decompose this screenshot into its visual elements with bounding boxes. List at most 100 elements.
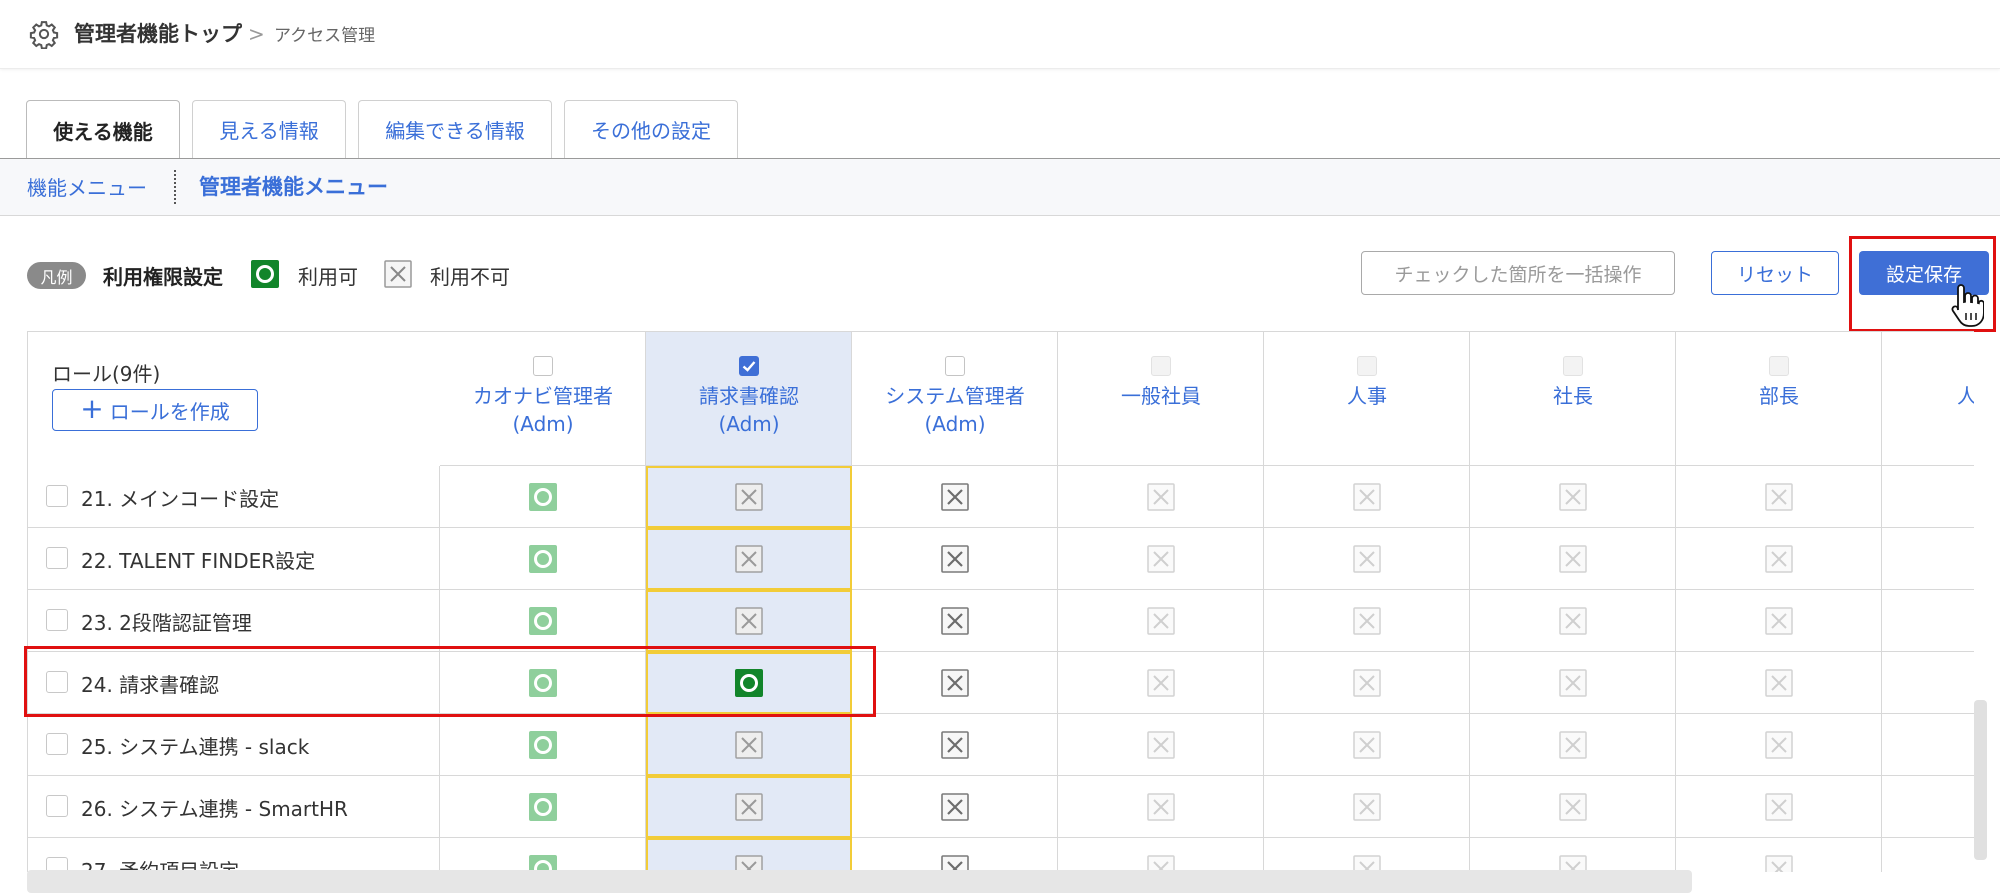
permission-cell[interactable] — [1882, 466, 1974, 528]
permission-cell[interactable] — [1264, 714, 1470, 776]
denied-icon — [940, 544, 969, 573]
permission-cell[interactable] — [1676, 590, 1882, 652]
tab-editable-info[interactable]: 編集できる情報 — [358, 100, 552, 158]
permission-cell[interactable] — [646, 838, 852, 872]
vertical-scrollbar[interactable] — [1974, 700, 1987, 860]
role-name[interactable]: 一般社員 — [1058, 382, 1264, 410]
permission-cell[interactable] — [1058, 590, 1264, 652]
breadcrumb-admin-top[interactable]: 管理者機能トップ — [74, 18, 242, 48]
permission-cell[interactable] — [1470, 652, 1676, 714]
denied-icon — [1352, 544, 1381, 573]
denied-icon — [1764, 730, 1793, 759]
permission-cell[interactable] — [440, 714, 646, 776]
column-checkbox[interactable] — [1769, 356, 1789, 376]
permission-cell[interactable] — [1676, 714, 1882, 776]
permission-cell[interactable] — [1676, 652, 1882, 714]
permission-cell[interactable] — [646, 714, 852, 776]
row-checkbox[interactable] — [46, 733, 68, 755]
permission-cell[interactable] — [852, 652, 1058, 714]
role-column-header: 人 — [1882, 332, 1974, 466]
table-row: 26. システム連携 - SmartHR — [28, 776, 1974, 838]
permission-cell[interactable] — [1882, 528, 1974, 590]
horizontal-scrollbar[interactable] — [27, 870, 1692, 893]
permission-cell[interactable] — [1058, 528, 1264, 590]
permission-cell[interactable] — [440, 776, 646, 838]
table-row: 21. メインコード設定 — [28, 466, 1974, 528]
gear-icon[interactable] — [29, 19, 59, 49]
tab-other-settings[interactable]: その他の設定 — [564, 100, 738, 158]
permission-cell[interactable] — [852, 776, 1058, 838]
permission-cell[interactable] — [1264, 466, 1470, 528]
permission-cell[interactable] — [646, 590, 852, 652]
permission-cell[interactable] — [1264, 528, 1470, 590]
role-column-header: カオナビ管理者 (Adm) — [440, 332, 646, 466]
column-checkbox[interactable] — [533, 356, 553, 376]
permission-cell[interactable] — [1882, 652, 1974, 714]
bulk-operation-button[interactable]: チェックした箇所を一括操作 — [1361, 251, 1675, 295]
permission-cell[interactable] — [1264, 652, 1470, 714]
permission-cell[interactable] — [646, 528, 852, 590]
tab-usable-functions[interactable]: 使える機能 — [26, 100, 180, 160]
submenu-admin-function-menu[interactable]: 管理者機能メニュー — [199, 171, 388, 201]
row-checkbox[interactable] — [46, 609, 68, 631]
permission-cell[interactable] — [1264, 838, 1470, 872]
role-column-header: 請求書確認 (Adm) — [646, 332, 852, 466]
role-name[interactable]: 部長 — [1676, 382, 1882, 410]
row-checkbox[interactable] — [46, 547, 68, 569]
column-checkbox[interactable] — [945, 356, 965, 376]
role-name[interactable]: 請求書確認 (Adm) — [646, 382, 852, 438]
column-checkbox[interactable] — [1563, 356, 1583, 376]
permission-cell[interactable] — [1264, 776, 1470, 838]
role-name[interactable]: 人 — [1882, 382, 1974, 410]
permission-cell[interactable] — [1470, 590, 1676, 652]
row-checkbox[interactable] — [46, 485, 68, 507]
row-checkbox[interactable] — [46, 795, 68, 817]
permission-cell[interactable] — [1882, 776, 1974, 838]
permission-cell[interactable] — [440, 838, 646, 872]
role-name[interactable]: システム管理者 (Adm) — [852, 382, 1058, 438]
permission-cell[interactable] — [1676, 466, 1882, 528]
permission-cell[interactable] — [852, 466, 1058, 528]
permission-cell[interactable] — [1470, 528, 1676, 590]
permission-cell[interactable] — [1264, 590, 1470, 652]
allowed-icon — [528, 606, 557, 635]
permission-cell[interactable] — [1058, 714, 1264, 776]
permission-cell[interactable] — [1676, 528, 1882, 590]
denied-icon — [1558, 482, 1587, 511]
permission-cell[interactable] — [1882, 590, 1974, 652]
submenu-function-menu[interactable]: 機能メニュー — [27, 172, 147, 201]
permission-cell[interactable] — [440, 466, 646, 528]
create-role-button[interactable]: + ロールを作成 — [52, 389, 258, 431]
permission-cell[interactable] — [852, 714, 1058, 776]
role-name[interactable]: カオナビ管理者 (Adm) — [440, 382, 646, 438]
permission-cell[interactable] — [1882, 838, 1974, 872]
permission-cell[interactable] — [1058, 838, 1264, 872]
permission-cell[interactable] — [440, 590, 646, 652]
permission-cell[interactable] — [852, 590, 1058, 652]
column-checkbox[interactable] — [1357, 356, 1377, 376]
permission-cell[interactable] — [1676, 776, 1882, 838]
permission-cell[interactable] — [1882, 714, 1974, 776]
role-name[interactable]: 人事 — [1264, 382, 1470, 410]
permission-cell[interactable] — [1058, 652, 1264, 714]
permission-cell[interactable] — [1676, 838, 1882, 872]
denied-icon — [940, 792, 969, 821]
reset-button[interactable]: リセット — [1711, 251, 1839, 295]
permission-cell[interactable] — [852, 528, 1058, 590]
permission-cell[interactable] — [852, 838, 1058, 872]
permission-cell[interactable] — [1058, 466, 1264, 528]
permission-cell[interactable] — [1470, 776, 1676, 838]
column-checkbox[interactable] — [1151, 356, 1171, 376]
permission-cell[interactable] — [1470, 838, 1676, 872]
permission-cell[interactable] — [646, 776, 852, 838]
denied-icon — [1146, 668, 1175, 697]
permission-cell[interactable] — [1470, 714, 1676, 776]
permission-cell[interactable] — [1470, 466, 1676, 528]
role-name[interactable]: 社長 — [1470, 382, 1676, 410]
role-name-label: 一般社員 — [1121, 384, 1201, 408]
permission-cell[interactable] — [646, 466, 852, 528]
permission-cell[interactable] — [440, 528, 646, 590]
column-checkbox[interactable] — [739, 356, 759, 376]
permission-cell[interactable] — [1058, 776, 1264, 838]
tab-visible-info[interactable]: 見える情報 — [192, 100, 346, 158]
